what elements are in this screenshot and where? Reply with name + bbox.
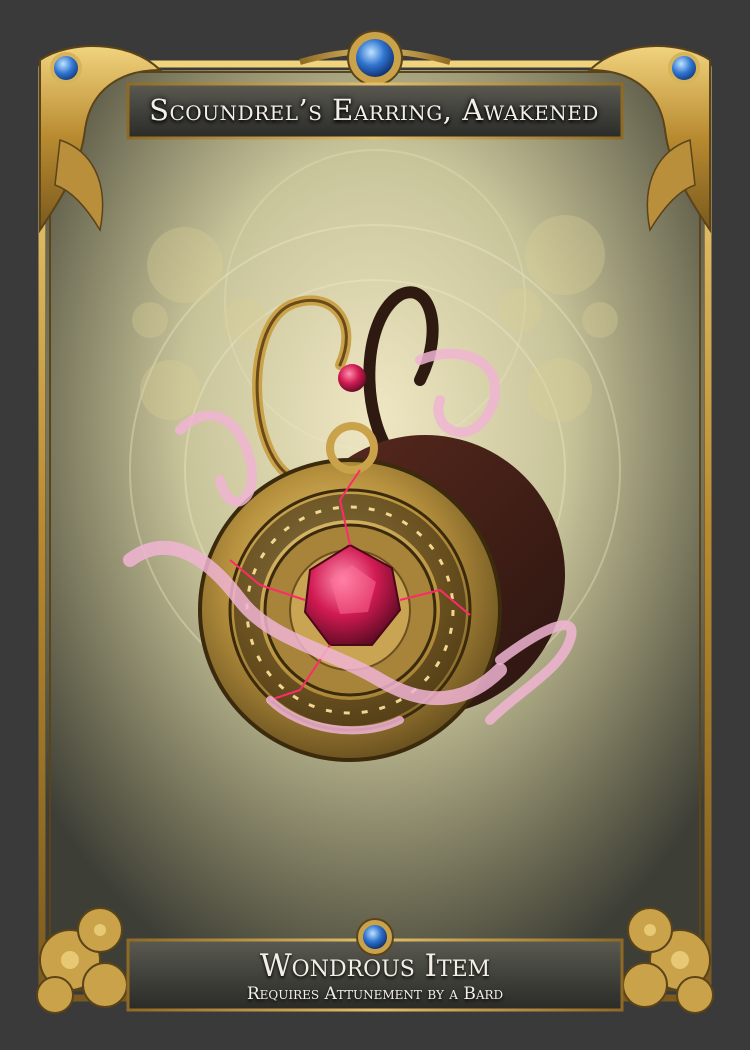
card-title-text: Scoundrel’s Earring, Awakened <box>149 93 599 127</box>
item-card: Scoundrel’s Earring, Awakened Wondrous I… <box>0 0 750 1050</box>
attunement-requirement: Requires Attunement by a Bard <box>246 984 504 1004</box>
card-footer: Wondrous Item Requires Attunement by a B… <box>130 938 620 1010</box>
sapphire-gem-icon <box>50 52 82 84</box>
card-title: Scoundrel’s Earring, Awakened <box>130 85 618 135</box>
card-artwork <box>36 30 714 1014</box>
sapphire-gem-icon <box>356 39 394 77</box>
item-type: Wondrous Item <box>259 948 491 984</box>
sapphire-gem-icon <box>668 52 700 84</box>
